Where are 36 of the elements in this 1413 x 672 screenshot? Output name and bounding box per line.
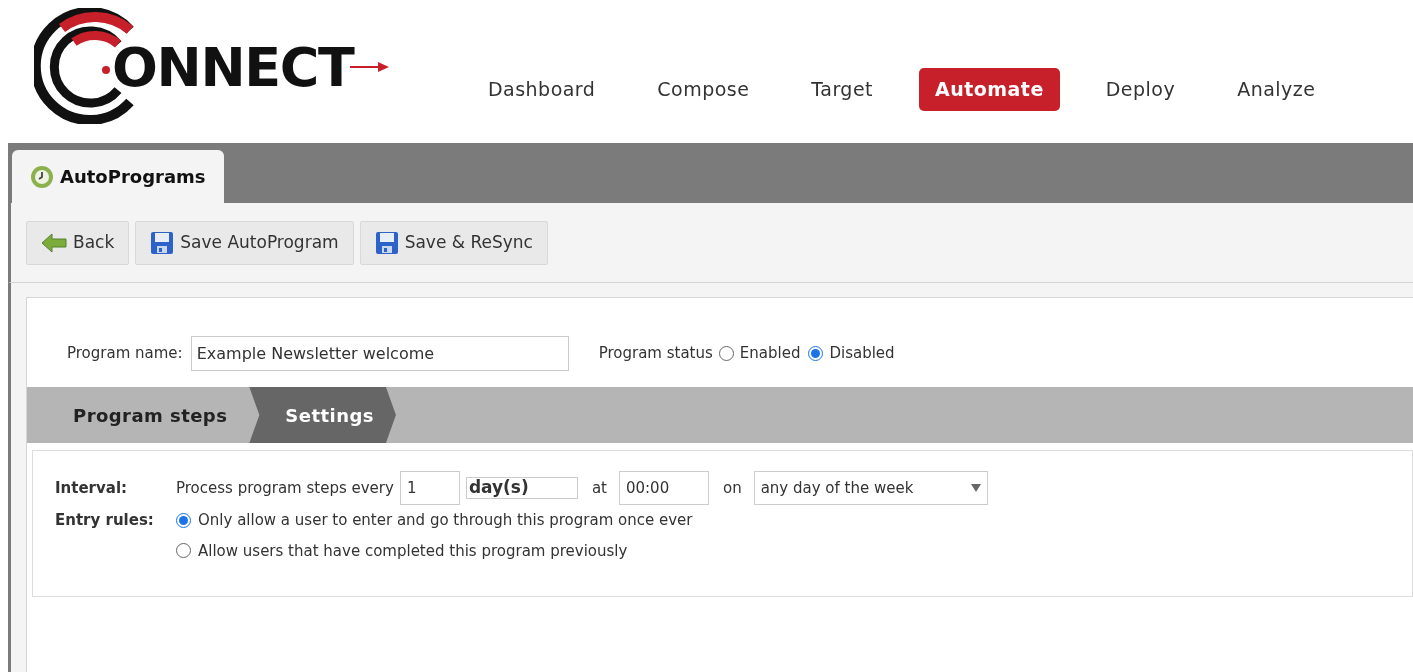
interval-text: Process program steps every bbox=[176, 477, 394, 499]
save-button[interactable]: Save & ReSync bbox=[359, 220, 548, 265]
day-dropdown[interactable]: any day of the week bbox=[753, 471, 988, 505]
radio-button[interactable] bbox=[718, 346, 734, 361]
nav-link[interactable]: Analyze bbox=[1221, 68, 1332, 111]
save-button[interactable]: Save AutoProgram bbox=[135, 220, 354, 265]
radio-label: Only allow a user to enter and go through this program once ever bbox=[198, 510, 693, 531]
left-arrow-icon bbox=[41, 232, 67, 253]
field-label: Program name: bbox=[67, 343, 183, 365]
field-label: Program status bbox=[598, 343, 713, 365]
nav-link[interactable]: Compose bbox=[641, 68, 766, 111]
nav-link[interactable]: Deploy bbox=[1089, 68, 1192, 111]
radio-button[interactable] bbox=[176, 543, 191, 559]
radio-label: Enabled bbox=[739, 343, 801, 365]
nav-link[interactable]: Target bbox=[795, 68, 889, 111]
clock-icon bbox=[30, 164, 54, 189]
field-label: Entry rules: bbox=[55, 510, 155, 531]
step-tab[interactable]: Settings bbox=[249, 387, 396, 443]
step-tab[interactable]: Program steps bbox=[27, 387, 250, 443]
field-label: Interval: bbox=[55, 477, 129, 499]
radio-label: Disabled bbox=[829, 343, 895, 365]
nav-link[interactable]: Automate bbox=[919, 68, 1060, 111]
dropdown-arrow-icon bbox=[970, 484, 981, 492]
back-button[interactable]: Back bbox=[26, 220, 130, 265]
time-field[interactable]: 00:00 bbox=[618, 471, 709, 505]
at-text: at bbox=[591, 477, 607, 499]
count-field[interactable]: 1 bbox=[399, 471, 460, 505]
program-name-field[interactable]: Example Newsletter welcome bbox=[190, 336, 569, 371]
logo-text: ONNECT bbox=[112, 34, 354, 101]
radio-button[interactable] bbox=[176, 512, 191, 528]
radio-button[interactable] bbox=[808, 346, 824, 361]
radio-label: Allow users that have completed this program previously bbox=[198, 540, 628, 562]
nav-link[interactable]: Dashboard bbox=[472, 68, 612, 111]
on-text: on bbox=[722, 477, 742, 499]
page-tab[interactable]: AutoPrograms bbox=[12, 150, 224, 203]
unit-field[interactable]: day(s) bbox=[465, 477, 578, 499]
